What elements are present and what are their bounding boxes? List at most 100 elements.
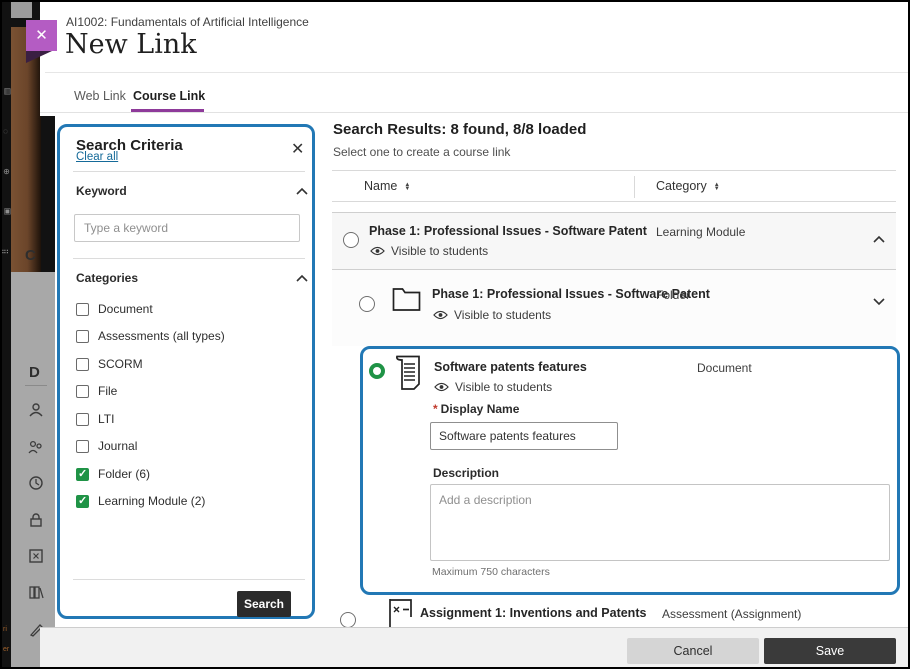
eye-icon xyxy=(370,246,385,256)
results-table-header: Name▲▼ Category▲▼ xyxy=(332,170,896,202)
description-textarea[interactable] xyxy=(430,484,890,561)
chevron-up-icon[interactable] xyxy=(295,187,309,196)
dialog-footer: Cancel Save xyxy=(40,627,910,667)
option-label: Learning Module (2) xyxy=(98,494,205,508)
dimmed-letter: D xyxy=(29,364,40,381)
close-panel-button[interactable]: ✕ xyxy=(26,20,57,51)
checkbox-unchecked[interactable] xyxy=(76,303,89,316)
close-button-fold xyxy=(26,51,52,63)
dimmed-letter: C xyxy=(25,247,36,264)
nav-glyph-icon: ▣ xyxy=(2,208,11,216)
checkbox-unchecked[interactable] xyxy=(76,358,89,371)
save-button[interactable]: Save xyxy=(764,638,896,664)
option-label: Assessments (all types) xyxy=(98,329,225,343)
required-asterisk: * xyxy=(433,402,438,416)
radio-unselected[interactable] xyxy=(359,296,375,312)
row-category: Assessment (Assignment) xyxy=(662,607,801,621)
visibility-label: Visible to students xyxy=(455,380,552,394)
close-filters-icon[interactable]: ✕ xyxy=(291,139,304,159)
document-icon xyxy=(394,355,425,392)
checkbox-checked[interactable] xyxy=(76,495,89,508)
row-title: Phase 1: Professional Issues - Software … xyxy=(369,224,647,238)
sort-icon[interactable]: ▲▼ xyxy=(404,183,410,191)
eye-icon xyxy=(434,382,449,392)
radio-unselected[interactable] xyxy=(343,232,359,248)
eye-icon xyxy=(433,310,448,320)
result-row-document-selected[interactable]: Software patents features Visible to stu… xyxy=(360,346,900,595)
option-label: SCORM xyxy=(98,357,143,371)
search-button[interactable]: Search xyxy=(237,591,291,617)
max-characters-hint: Maximum 750 characters xyxy=(432,566,550,578)
cancel-button[interactable]: Cancel xyxy=(627,638,759,664)
option-label: Journal xyxy=(98,439,137,453)
new-link-dialog: ▤ ◌ ⊕ ▣ ⠿ ri er C D AI1002: Fundamentals… xyxy=(0,0,910,669)
divider xyxy=(25,385,47,386)
assessment-icon xyxy=(387,598,414,629)
checkbox-unchecked[interactable] xyxy=(76,440,89,453)
results-subtitle: Select one to create a course link xyxy=(333,145,510,159)
tab-course-link[interactable]: Course Link xyxy=(133,89,205,103)
checkbox-option-assessments[interactable]: Assessments (all types) xyxy=(76,326,296,346)
clock-icon xyxy=(28,475,44,491)
checkbox-option-scorm[interactable]: SCORM xyxy=(76,354,296,374)
row-category: Learning Module xyxy=(656,225,745,239)
checkbox-option-journal[interactable]: Journal xyxy=(76,436,296,456)
checkbox-option-folder[interactable]: Folder (6) xyxy=(76,464,296,484)
course-code-label: AI1002: Fundamentals of Artificial Intel… xyxy=(66,15,309,29)
lock-icon xyxy=(28,512,44,528)
visibility-row: Visible to students xyxy=(433,308,551,322)
close-icon: ✕ xyxy=(35,27,48,44)
checkbox-option-document[interactable]: Document xyxy=(76,299,296,319)
visibility-row: Visible to students xyxy=(434,380,552,394)
radio-selected[interactable] xyxy=(369,363,385,379)
groups-icon xyxy=(28,439,44,455)
checkbox-option-lti[interactable]: LTI xyxy=(76,409,296,429)
checkbox-unchecked[interactable] xyxy=(76,385,89,398)
visibility-label: Visible to students xyxy=(391,244,488,258)
folder-icon xyxy=(392,287,421,312)
nav-glyph-icon: ▤ xyxy=(2,88,11,96)
nav-glyph-icon: ⊕ xyxy=(2,168,11,175)
display-name-label: *Display Name xyxy=(433,402,519,416)
checkbox-checked[interactable] xyxy=(76,468,89,481)
result-row-learning-module[interactable]: Phase 1: Professional Issues - Software … xyxy=(332,212,896,270)
divider xyxy=(73,579,305,580)
sort-icon[interactable]: ▲▼ xyxy=(714,183,720,191)
nav-glyph-icon: ⠿ xyxy=(1,249,10,255)
column-divider xyxy=(634,176,635,198)
chevron-up-icon[interactable] xyxy=(872,235,886,244)
results-title: Search Results: 8 found, 8/8 loaded xyxy=(333,121,586,138)
checkbox-unchecked[interactable] xyxy=(76,330,89,343)
visibility-row: Visible to students xyxy=(370,244,488,258)
checkbox-option-learning-module[interactable]: Learning Module (2) xyxy=(76,491,296,511)
divider xyxy=(73,171,305,172)
row-title: Software patents features xyxy=(434,360,587,374)
calculator-icon xyxy=(28,548,44,564)
description-label: Description xyxy=(433,466,499,480)
divider xyxy=(45,72,910,73)
dimmed-sidebar: C D xyxy=(11,272,55,667)
tab-web-link[interactable]: Web Link xyxy=(74,89,126,103)
page-title: New Link xyxy=(65,29,197,60)
radio-unselected[interactable] xyxy=(340,612,356,628)
course-banner-image xyxy=(11,27,41,272)
person-icon xyxy=(28,402,44,418)
checkbox-unchecked[interactable] xyxy=(76,413,89,426)
categories-section-label: Categories xyxy=(76,271,138,285)
divider xyxy=(73,258,305,259)
result-row-folder[interactable]: Phase 1: Professional Issues - Software … xyxy=(332,270,896,346)
chevron-up-icon[interactable] xyxy=(295,274,309,283)
column-header-category[interactable]: Category▲▼ xyxy=(656,179,720,193)
column-header-name[interactable]: Name▲▼ xyxy=(364,179,410,193)
display-name-input[interactable] xyxy=(430,422,618,450)
chevron-down-icon[interactable] xyxy=(872,297,886,306)
row-category: Document xyxy=(697,361,752,375)
search-criteria-panel: Search Criteria ✕ Clear all Keyword Cate… xyxy=(57,124,315,619)
option-label: LTI xyxy=(98,412,114,426)
option-label: File xyxy=(98,384,117,398)
clear-all-link[interactable]: Clear all xyxy=(76,151,118,163)
nav-text: er xyxy=(3,646,9,653)
keyword-input[interactable] xyxy=(74,214,300,242)
keyword-section-label: Keyword xyxy=(76,184,127,198)
checkbox-option-file[interactable]: File xyxy=(76,381,296,401)
